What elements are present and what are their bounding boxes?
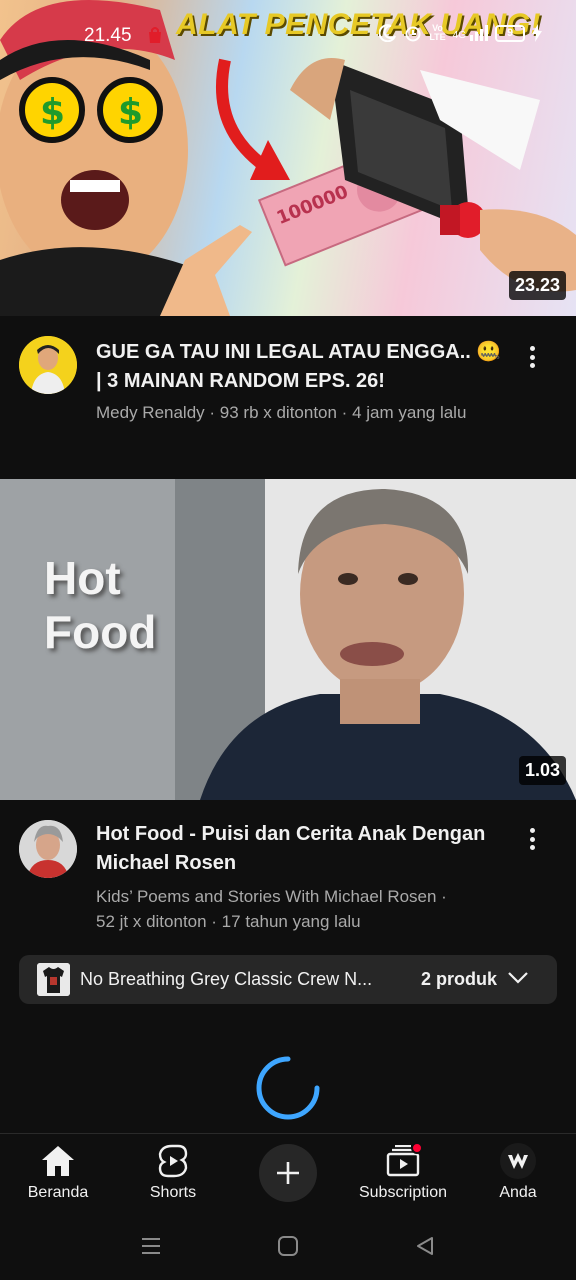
video1-more-vert-icon[interactable] (520, 342, 544, 372)
you-avatar-icon (500, 1143, 536, 1179)
volte-line2: LTE (429, 32, 446, 42)
video2-thumbnail[interactable]: Hot Food 1.03 (0, 479, 576, 800)
video2-title[interactable]: Hot Food - Puisi dan Cerita Anak Dengan … (96, 820, 506, 878)
video1-duration-badge: 23.23 (508, 271, 566, 300)
nav-you-label: Anda (499, 1184, 537, 1201)
status-bar: 21.45 Vo LTE 4G 9 (0, 0, 576, 70)
volte-indicator: Vo LTE (429, 24, 445, 42)
video2-thumb-text-line1: Hot (44, 552, 121, 604)
nav-subscription-label: Subscription (358, 1184, 448, 1201)
loading-spinner (256, 1056, 320, 1120)
signal-bars-icon (470, 25, 488, 41)
battery-indicator: 9 (495, 24, 525, 42)
shorts-icon (158, 1144, 188, 1178)
channel-avatar-medy[interactable] (19, 336, 77, 394)
svg-text:$: $ (118, 92, 143, 133)
home-icon (41, 1144, 75, 1178)
subscription-icon (386, 1142, 423, 1178)
moon-icon (379, 24, 397, 42)
nav-shorts[interactable]: Shorts (135, 1134, 211, 1224)
video2-thumb-text-line2: Food (44, 606, 157, 658)
video1-info[interactable]: GUE GA TAU INI LEGAL ATAU ENGGA.. 🤐 | 3 … (0, 316, 576, 479)
video1-title[interactable]: GUE GA TAU INI LEGAL ATAU ENGGA.. 🤐 | 3 … (96, 338, 506, 396)
status-time: 21.45 (84, 25, 132, 46)
video1-meta: Medy Renaldy · 93 rb x ditonton · 4 jam … (96, 403, 467, 422)
create-plus-icon (277, 1162, 299, 1184)
product-count: 2 produk (421, 969, 498, 989)
recents-icon[interactable] (140, 1235, 162, 1257)
channel-avatar-image (19, 820, 77, 878)
charging-bolt-icon (532, 24, 542, 42)
alarm-icon (405, 26, 421, 42)
system-navigation-bar (0, 1223, 576, 1280)
chevron-down-icon[interactable] (507, 970, 529, 986)
video2-more-vert-icon[interactable] (520, 824, 544, 854)
status-right-group: Vo LTE 4G 9 (379, 24, 542, 42)
signal-icon: 4G (453, 25, 488, 41)
nav-shorts-label: Shorts (149, 1184, 197, 1201)
home-circle-icon[interactable] (277, 1235, 299, 1257)
nav-home[interactable]: Beranda (22, 1134, 94, 1224)
product-thumbnail (37, 963, 70, 996)
notification-dot (411, 1142, 423, 1154)
video2-meta-line1: Kids’ Poems and Stories With Michael Ros… (96, 887, 447, 906)
create-button[interactable] (259, 1144, 317, 1202)
nav-you[interactable]: Anda (490, 1134, 546, 1224)
product-name: No Breathing Grey Classic Crew N... (80, 969, 373, 989)
video2-meta-line2: 52 jt x ditonton · 17 tahun yang lalu (96, 912, 361, 931)
shopping-bag-notification-icon (149, 27, 161, 43)
back-icon[interactable] (414, 1235, 436, 1257)
nav-home-label: Beranda (27, 1184, 89, 1201)
network-type: 4G (452, 30, 466, 41)
product-shelf-chip[interactable]: No Breathing Grey Classic Crew N... 2 pr… (19, 955, 557, 1004)
video2-thumb-text: Hot Food (44, 551, 156, 659)
nav-subscription[interactable]: Subscription (356, 1134, 450, 1224)
bottom-navigation: Beranda Shorts Subscription Anda (0, 1133, 576, 1223)
tshirt-icon (37, 963, 70, 996)
video2-duration-badge: 1.03 (518, 756, 566, 785)
channel-avatar-michael-rosen[interactable] (19, 820, 77, 878)
channel-avatar-image (19, 336, 77, 394)
svg-text:$: $ (40, 92, 65, 133)
